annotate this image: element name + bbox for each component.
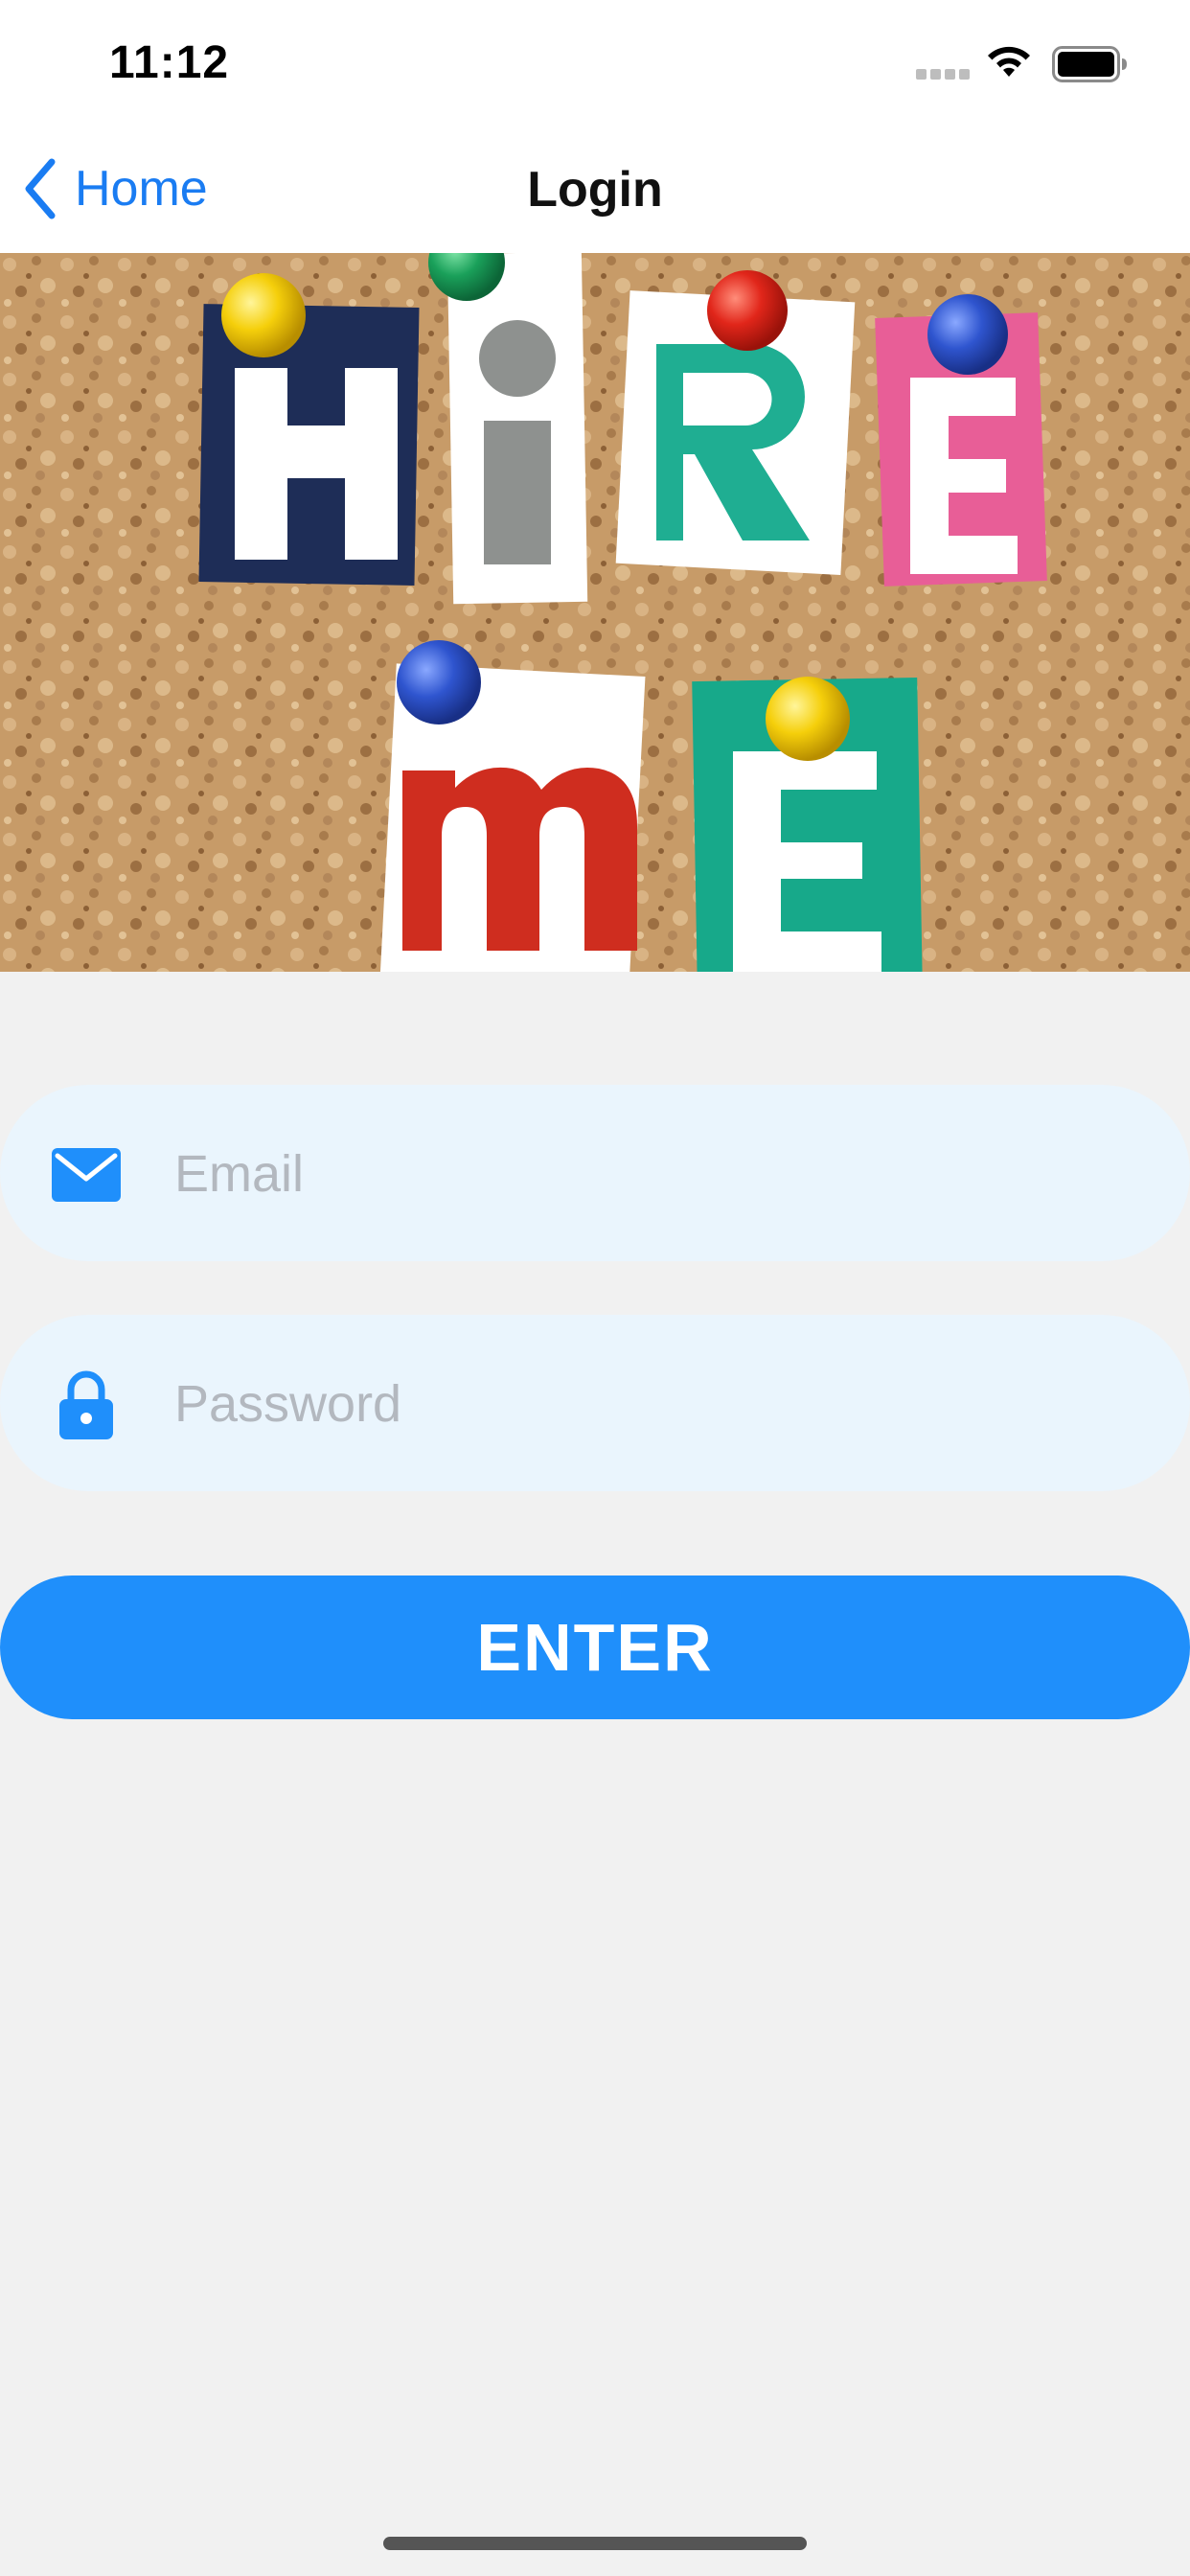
enter-button[interactable]: ENTER [0,1576,1190,1719]
password-input[interactable] [172,1315,1134,1493]
home-indicator[interactable] [383,2537,807,2550]
envelope-icon [52,1148,121,1202]
password-field[interactable] [0,1315,1190,1493]
page-title: Login [527,162,663,218]
status-time: 11:12 [109,37,230,88]
status-bar: 11:12 [0,0,1190,126]
hire-me-banner-image [0,253,1190,972]
signal-icon [916,67,973,80]
email-input[interactable] [172,1085,1134,1263]
email-field[interactable] [0,1085,1190,1263]
navigation-bar: Home Login [0,126,1190,253]
wifi-icon [988,46,1030,77]
battery-icon [1052,46,1127,82]
lock-icon [59,1370,113,1439]
hire-me-banner-graphic [0,253,1190,972]
